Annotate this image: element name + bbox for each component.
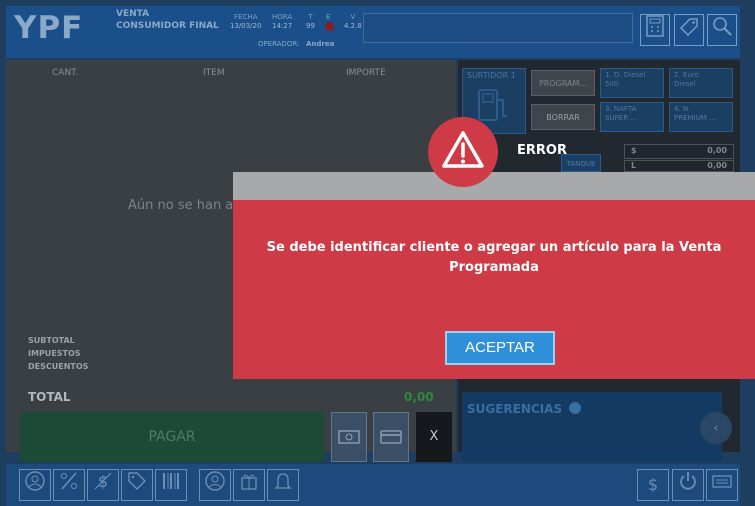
search-icon[interactable] <box>707 14 737 46</box>
ypf-logo: YPF <box>14 10 84 46</box>
v-label: V <box>350 13 356 21</box>
operator-name: Andrea <box>306 40 335 48</box>
total-label: TOTAL <box>28 390 71 404</box>
product-2-line2: Diesel <box>674 80 696 88</box>
dialog-title: ERROR <box>517 143 567 158</box>
alert-circle <box>428 117 498 187</box>
column-header-item: ITEM <box>203 68 225 78</box>
power-icon[interactable] <box>672 469 704 501</box>
liters-symbol: L <box>631 161 637 170</box>
total-row <box>6 386 456 408</box>
product-3-button[interactable]: 3. NAFTA SUPER ... <box>600 102 664 132</box>
empty-ticket-message: Aún no se han a <box>128 198 234 213</box>
program-button[interactable]: PROGRAM... <box>531 70 595 96</box>
status-dot-icon <box>325 22 334 31</box>
percent-icon[interactable] <box>53 469 85 501</box>
discounts-label: DESCUENTOS <box>28 362 89 371</box>
fecha-block: FECHA 13/03/20 <box>230 13 261 31</box>
total-value: 0,00 <box>404 390 434 404</box>
calculator-icon[interactable] <box>640 14 670 46</box>
user-settings-icon[interactable] <box>199 469 231 501</box>
cancel-sale-button[interactable]: X <box>416 412 452 462</box>
suggestions-title: SUGERENCIAS <box>467 402 563 416</box>
suggestions-label: SUGERENCIAS <box>467 402 582 416</box>
bell-icon[interactable] <box>267 469 299 501</box>
cash-payment-button[interactable] <box>331 412 367 462</box>
cash-drawer-icon[interactable]: $ <box>637 469 669 501</box>
dialog-message: Se debe identificar cliente o agregar un… <box>233 238 755 278</box>
column-header-cant: CANT. <box>52 68 79 78</box>
product-1-line2: 500 <box>605 80 619 88</box>
product-3-line2: SUPER ... <box>605 114 637 122</box>
t-value: 99 <box>306 22 315 30</box>
v-value: 4.2.8 <box>344 22 362 30</box>
accept-button[interactable]: ACEPTAR <box>445 331 555 365</box>
product-4-button[interactable]: 4. N. PREMIUM ... <box>669 102 733 132</box>
product-3-line1: 3. NAFTA <box>605 105 637 113</box>
sale-type-line2: CONSUMIDOR FINAL <box>116 21 219 31</box>
dollar-icon[interactable]: $ <box>87 469 119 501</box>
fecha-value: 13/03/20 <box>230 22 262 30</box>
gift-icon[interactable] <box>233 469 265 501</box>
sale-type-line1: VENTA <box>116 9 150 19</box>
pay-button[interactable]: PAGAR <box>20 412 324 462</box>
sale-type-label: VENTA CONSUMIDOR FINAL <box>116 8 219 32</box>
fecha-label: FECHA <box>234 13 258 21</box>
search-input[interactable] <box>363 13 633 43</box>
product-2-button[interactable]: 2. Euro Diesel <box>669 68 733 98</box>
tag-edit-icon[interactable] <box>674 14 704 46</box>
dialog-message-line2: Programada <box>449 260 539 275</box>
liters-meter: L 0,00 <box>624 160 734 172</box>
keyboard-icon[interactable] <box>706 469 738 501</box>
taxes-label: IMPUESTOS <box>28 349 81 358</box>
user-icon[interactable] <box>19 469 51 501</box>
tag-icon[interactable] <box>121 469 153 501</box>
delete-button[interactable]: BORRAR <box>531 104 595 130</box>
product-4-line2: PREMIUM ... <box>674 114 716 122</box>
info-icon <box>569 402 582 414</box>
product-1-line1: 1. D. Diesel <box>605 71 646 79</box>
pump-title: SURTIDOR 1 <box>467 71 516 80</box>
product-2-line1: 2. Euro <box>674 71 699 79</box>
amount-value: 0,00 <box>707 146 727 155</box>
hora-label: HORA <box>272 13 293 21</box>
column-header-importe: IMPORTE <box>346 68 386 78</box>
card-payment-button[interactable] <box>373 412 409 462</box>
t-block: T 99 <box>306 13 315 31</box>
v-block: V 4.2.8 <box>344 13 362 31</box>
hora-block: HORA 14:27 <box>272 13 292 31</box>
warning-icon <box>442 131 484 168</box>
subtotal-label: SUBTOTAL <box>28 336 75 345</box>
amount-meter: $ 0,00 <box>624 144 734 159</box>
e-block: E <box>326 13 330 22</box>
dialog-message-line1: Se debe identificar cliente o agregar un… <box>266 240 722 255</box>
barcode-icon[interactable] <box>155 469 187 501</box>
product-4-line1: 4. N. <box>674 105 691 113</box>
operator-label: OPERADOR: <box>258 40 300 48</box>
tank-button[interactable]: TANQUE <box>561 154 601 172</box>
t-label: T <box>308 13 313 21</box>
liters-value: 0,00 <box>707 161 727 170</box>
e-label: E <box>326 13 331 21</box>
amount-symbol: $ <box>631 146 637 155</box>
suggestions-arrow-icon[interactable]: ‹ <box>700 412 732 444</box>
hora-value: 14:27 <box>272 22 293 30</box>
product-1-button[interactable]: 1. D. Diesel 500 <box>600 68 664 98</box>
